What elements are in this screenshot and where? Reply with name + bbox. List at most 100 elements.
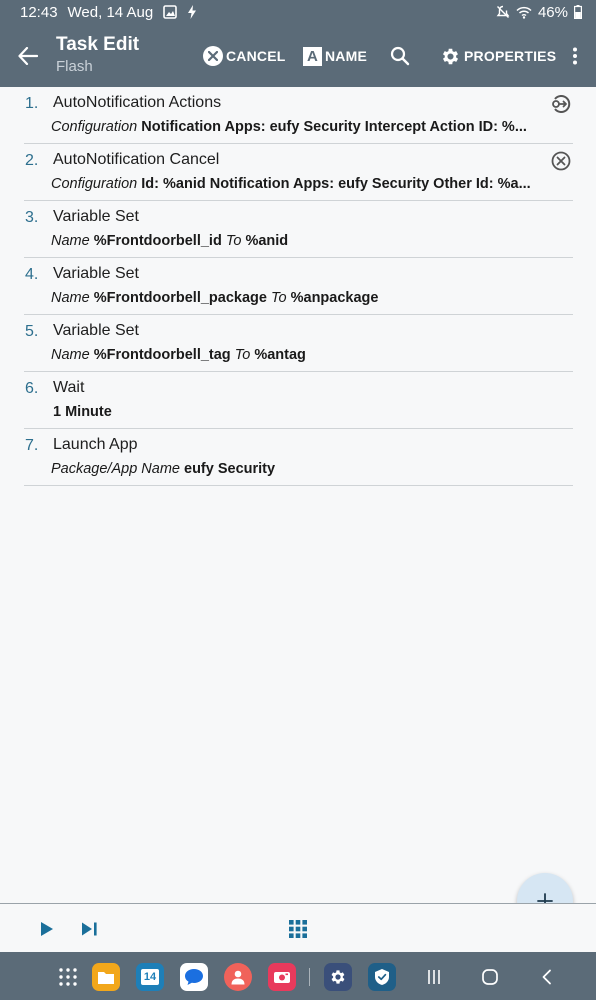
chevron-left-icon	[542, 969, 551, 985]
tasker-app-icon[interactable]	[368, 963, 396, 991]
gallery-notification-icon	[163, 5, 177, 19]
action-detail: Package/App Name eufy Security	[51, 461, 547, 477]
detail-value: 1 Minute	[53, 404, 112, 420]
step-button[interactable]	[79, 918, 101, 940]
calendar-app-icon[interactable]: 14	[136, 963, 164, 991]
task-action-row[interactable]: 5. Variable Set Name %Frontdoorbell_tag …	[24, 315, 573, 372]
files-app-icon[interactable]	[92, 963, 120, 991]
task-action-row[interactable]: 6. Wait 1 Minute	[24, 372, 573, 429]
name-label: NAME	[325, 48, 368, 64]
search-button[interactable]	[390, 44, 410, 68]
detail-to-label: To	[270, 290, 287, 306]
cancel-label: CANCEL	[226, 48, 286, 64]
detail-to-value: %anpackage	[290, 290, 379, 306]
app-drawer-button[interactable]	[54, 963, 82, 991]
flash-notification-icon	[187, 5, 197, 19]
gear-icon	[331, 970, 345, 984]
detail-label: Name	[51, 233, 90, 249]
bottom-toolbar	[0, 904, 596, 952]
settings-app-icon[interactable]	[324, 963, 352, 991]
recents-button[interactable]	[420, 963, 448, 991]
battery-percent: 46%	[537, 3, 568, 21]
action-number: 7.	[25, 437, 39, 454]
properties-button[interactable]: PROPERTIES	[440, 44, 556, 68]
name-button[interactable]: A NAME	[303, 44, 367, 68]
detail-value: %Frontdoorbell_package	[93, 290, 267, 306]
detail-label: Package/App Name	[51, 461, 180, 477]
detail-to-label: To	[234, 347, 251, 363]
wifi-icon	[516, 6, 532, 19]
home-button[interactable]	[476, 963, 504, 991]
detail-value: %Frontdoorbell_id	[93, 233, 222, 249]
back-button[interactable]	[12, 40, 44, 72]
detail-value: eufy Security	[184, 461, 276, 477]
task-action-row[interactable]: 4. Variable Set Name %Frontdoorbell_pack…	[24, 258, 573, 315]
title-block: Task Edit Flash	[56, 34, 139, 77]
task-action-row[interactable]: 2. AutoNotification Cancel Configuration…	[24, 144, 573, 201]
contacts-app-icon[interactable]	[224, 963, 252, 991]
cancel-icon	[203, 46, 223, 66]
system-taskbar: 14	[0, 952, 596, 1000]
action-title: Variable Set	[53, 265, 139, 282]
detail-to-value: %anid	[245, 233, 289, 249]
action-title: Wait	[53, 379, 85, 396]
screen-recorder-app-icon[interactable]	[268, 963, 296, 991]
action-detail: Name %Frontdoorbell_tag To %antag	[51, 347, 547, 363]
action-number: 2.	[25, 152, 39, 169]
action-title: AutoNotification Cancel	[53, 151, 220, 168]
apps-grid-icon	[289, 920, 307, 938]
detail-value: %Frontdoorbell_tag	[93, 347, 231, 363]
action-detail: Configuration Notification Apps: eufy Se…	[51, 119, 547, 135]
recents-icon	[428, 970, 440, 984]
action-number: 6.	[25, 380, 39, 397]
page-title: Task Edit	[56, 34, 140, 55]
plugin-exit-icon[interactable]	[550, 93, 572, 115]
camera-icon	[274, 972, 290, 983]
grid-button[interactable]	[287, 918, 309, 940]
detail-value: Notification Apps: eufy Security Interce…	[141, 119, 527, 135]
action-number: 3.	[25, 209, 39, 226]
task-action-list: 1. AutoNotification Actions Configuratio…	[24, 87, 573, 486]
battery-icon	[574, 5, 582, 19]
task-action-row[interactable]: 1. AutoNotification Actions Configuratio…	[24, 87, 573, 144]
calendar-day: 14	[141, 969, 159, 985]
name-icon: A	[303, 46, 322, 66]
more-options-button[interactable]	[566, 44, 584, 68]
detail-label: Name	[51, 347, 90, 363]
play-button[interactable]	[36, 918, 58, 940]
arrow-back-icon	[18, 47, 38, 65]
action-detail: Name %Frontdoorbell_package To %anpackag…	[51, 290, 547, 306]
app-bar: Task Edit Flash CANCEL A NAME PROPERTIES	[0, 24, 596, 87]
detail-value: Id: %anid Notification Apps: eufy Securi…	[141, 176, 531, 192]
detail-to-label: To	[225, 233, 242, 249]
gear-icon	[442, 48, 459, 64]
task-action-row[interactable]: 3. Variable Set Name %Frontdoorbell_id T…	[24, 201, 573, 258]
home-icon	[482, 969, 498, 985]
detail-label: Name	[51, 290, 90, 306]
action-number: 1.	[25, 95, 39, 112]
action-number: 5.	[25, 323, 39, 340]
action-number: 4.	[25, 266, 39, 283]
action-detail: Name %Frontdoorbell_id To %anid	[51, 233, 547, 249]
detail-label: Configuration	[51, 119, 138, 135]
cancel-button[interactable]: CANCEL	[203, 44, 286, 68]
skip-next-icon	[82, 922, 97, 936]
status-time: 12:43	[20, 3, 58, 21]
person-icon	[231, 970, 245, 985]
properties-label: PROPERTIES	[464, 48, 557, 64]
folder-icon	[98, 971, 114, 984]
action-title: AutoNotification Actions	[53, 94, 222, 111]
task-action-row[interactable]: 7. Launch App Package/App Name eufy Secu…	[24, 429, 573, 486]
app-drawer-icon	[59, 968, 77, 986]
chat-bubble-icon	[185, 969, 203, 985]
messages-app-icon[interactable]	[180, 963, 208, 991]
taskbar-separator	[309, 968, 310, 986]
action-detail: Configuration Id: %anid Notification App…	[51, 176, 547, 192]
play-icon	[41, 922, 53, 936]
action-title: Launch App	[53, 436, 138, 453]
action-detail: 1 Minute	[53, 404, 549, 420]
detail-label: Configuration	[51, 176, 138, 192]
status-date: Wed, 14 Aug	[67, 3, 154, 21]
cancel-circle-icon[interactable]	[550, 150, 572, 172]
back-nav-button[interactable]	[533, 963, 561, 991]
